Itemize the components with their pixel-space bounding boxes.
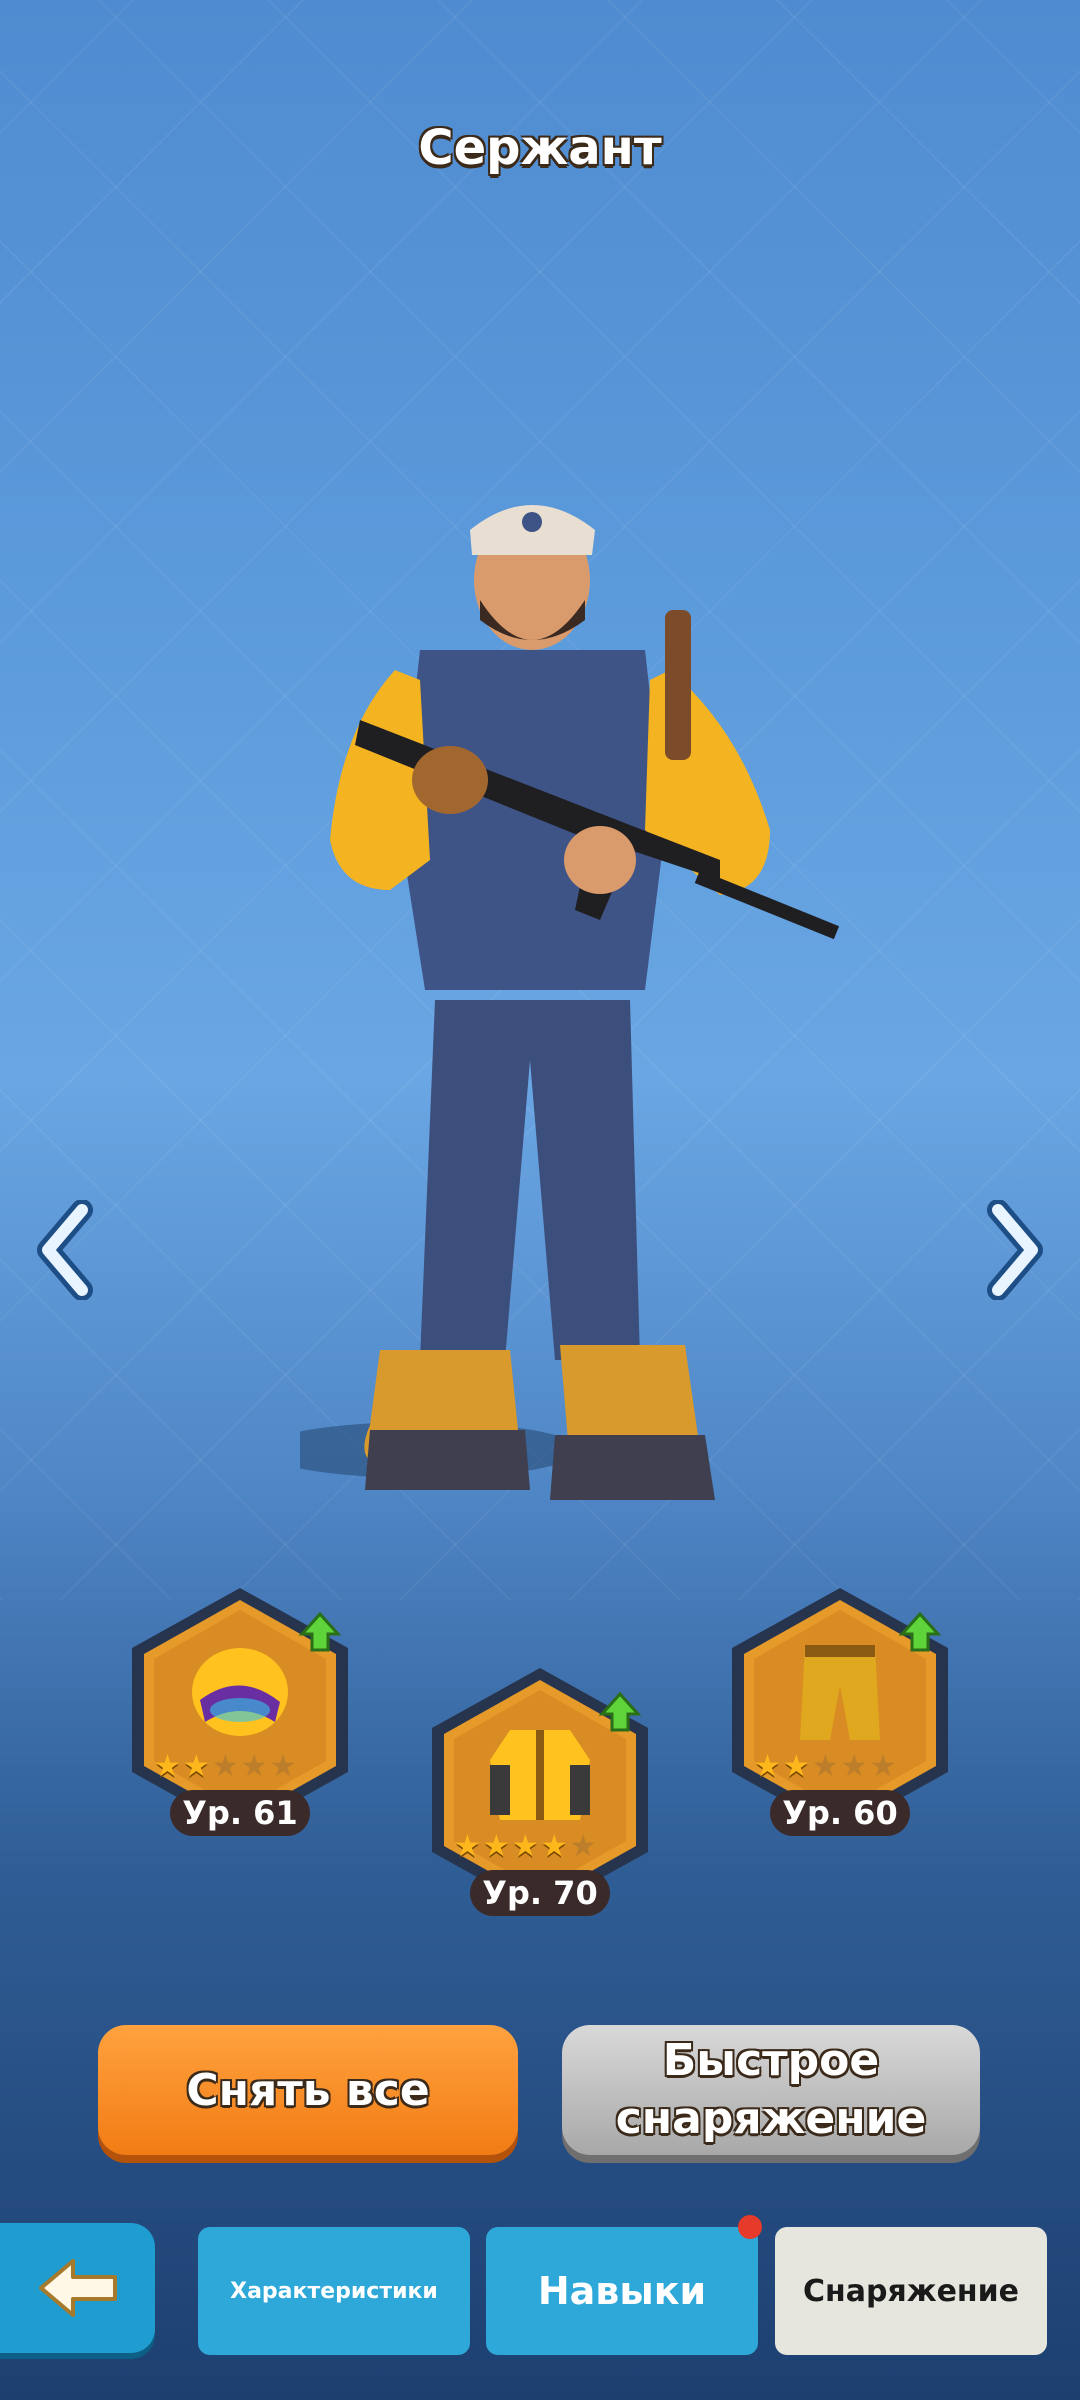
star-icon: ★ (154, 1749, 181, 1784)
item-level: Ур. 61 (170, 1790, 310, 1836)
gear-slot-helmet[interactable]: ★ ★ ★ ★ ★ Ур. 61 (120, 1580, 360, 1840)
star-icon: ★ (269, 1749, 297, 1784)
upgrade-arrow-icon (298, 1611, 342, 1652)
quick-equip-label: Быстрое снаряжение (615, 2035, 927, 2144)
star-icon: ★ (482, 1829, 510, 1864)
prev-character-button[interactable] (30, 1200, 100, 1300)
star-icon: ★ (240, 1749, 268, 1784)
star-icon: ★ (869, 1749, 897, 1784)
star-icon: ★ (511, 1829, 539, 1864)
star-icon: ★ (840, 1749, 868, 1784)
chevron-right-icon (987, 1200, 1043, 1300)
star-icon: ★ (782, 1749, 810, 1784)
star-icon: ★ (754, 1749, 781, 1784)
star-icon: ★ (540, 1829, 568, 1864)
jacket-icon (490, 1730, 590, 1820)
next-character-button[interactable] (980, 1200, 1050, 1300)
star-rating: ★ ★ ★ ★ ★ (754, 1752, 897, 1782)
item-level: Ур. 70 (470, 1870, 610, 1916)
pants-icon (800, 1645, 880, 1740)
star-rating: ★ ★ ★ ★ ★ (154, 1752, 297, 1782)
back-arrow-icon (38, 2259, 117, 2317)
upgrade-arrow-icon (598, 1691, 642, 1732)
item-level: Ур. 60 (770, 1790, 910, 1836)
tab-skills[interactable]: Навыки (486, 2227, 758, 2355)
star-icon: ★ (454, 1829, 481, 1864)
upgrade-arrow-icon (898, 1611, 942, 1652)
character-model (300, 505, 840, 1500)
character-name: Сержант (418, 120, 662, 176)
chevron-left-icon (37, 1200, 93, 1300)
quick-equip-button[interactable]: Быстрое снаряжение (562, 2025, 980, 2155)
back-button[interactable] (0, 2223, 155, 2353)
gear-slot-jacket[interactable]: ★ ★ ★ ★ ★ Ур. 70 (420, 1660, 660, 1920)
star-icon: ★ (811, 1749, 839, 1784)
tab-gear[interactable]: Снаряжение (775, 2227, 1047, 2355)
star-rating: ★ ★ ★ ★ ★ (454, 1832, 597, 1862)
star-icon: ★ (182, 1749, 210, 1784)
notification-dot (738, 2215, 762, 2239)
star-icon: ★ (211, 1749, 239, 1784)
tab-stats[interactable]: Характеристики (198, 2227, 470, 2355)
star-icon: ★ (569, 1829, 597, 1864)
bottom-tab-bar: Характеристики Навыки Снаряжение (0, 2215, 1080, 2400)
helmet-icon (192, 1648, 288, 1736)
unequip-all-button[interactable]: Снять все (98, 2025, 518, 2155)
unequip-all-label: Снять все (186, 2064, 430, 2116)
gear-slot-pants[interactable]: ★ ★ ★ ★ ★ Ур. 60 (720, 1580, 960, 1840)
